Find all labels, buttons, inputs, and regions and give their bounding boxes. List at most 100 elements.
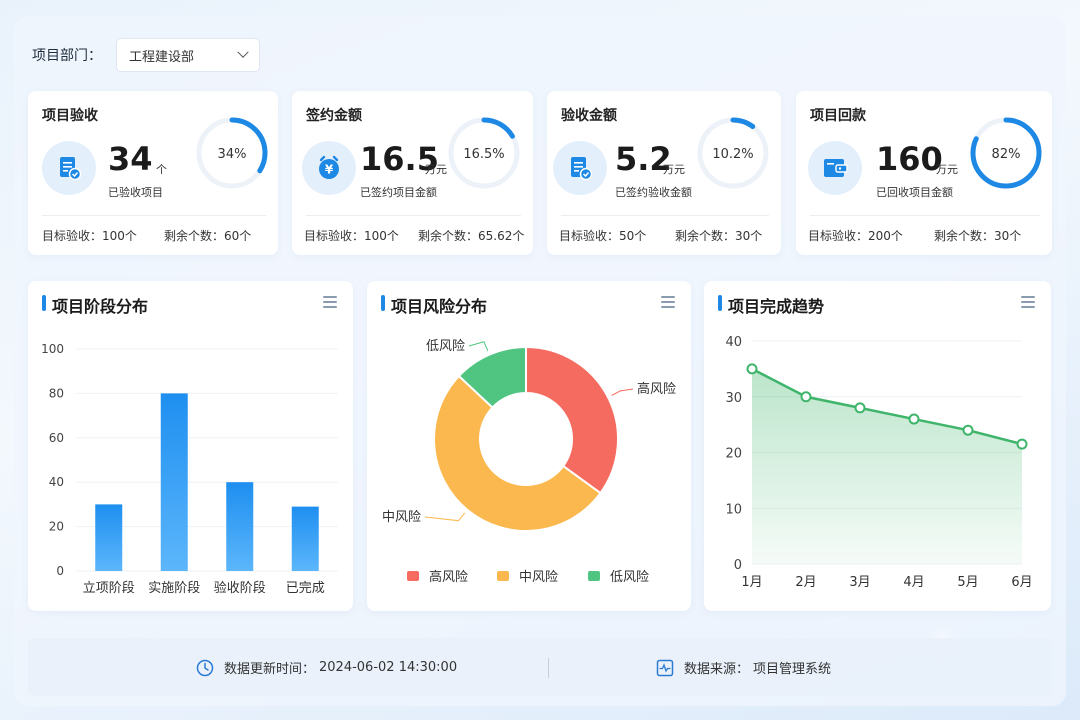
y-tick-label: 60: [49, 431, 64, 445]
kpi-target: 目标验收：200个: [808, 229, 903, 243]
kpi-title: 签约金额: [306, 108, 362, 124]
kpi-title: 验收金额: [561, 108, 617, 124]
legend-swatch: [407, 571, 419, 581]
x-tick-label: 3月: [849, 575, 870, 590]
update-label: 数据更新时间：: [224, 662, 316, 677]
x-tick-label: 实施阶段: [148, 581, 200, 596]
completion-trend-card: 项目完成趋势 0 10 20 30 40 1月 2月 3月 4月 5月 6月: [704, 281, 1051, 611]
kpi-card-payment-collection: 项目回款 160 万元 已回收项目金额 82% 目标验收：200个 剩余个数：3…: [796, 91, 1052, 255]
kpi-subtitle: 已验收项目: [108, 186, 163, 199]
kpi-remaining: 剩余个数：65.62个: [418, 229, 525, 243]
yen-alarm-icon: ¥: [302, 141, 356, 195]
kpi-card-contract-amount: 签约金额 ¥ 16.5 万元 已签约项目金额 16.5% 目标验收：100个 剩…: [292, 91, 533, 255]
divider: [548, 658, 549, 678]
x-tick-label: 已完成: [286, 581, 325, 596]
kpi-remaining: 剩余个数：30个: [675, 229, 763, 243]
progress-percent: 82%: [991, 147, 1021, 162]
risk-donut-chart: 高风险中风险低风险高风险 中风险 低风险: [382, 339, 676, 585]
document-check-icon: [42, 141, 96, 195]
legend-label: 中风险: [519, 570, 558, 585]
source-name: 项目管理系统: [753, 662, 832, 677]
progress-percent: 34%: [217, 147, 247, 162]
kpi-remaining: 剩余个数：30个: [934, 229, 1022, 243]
kpi-card-project-acceptance: 项目验收 34 个 已验收项目 34% 目标验收：100个 剩余个数：60个: [28, 91, 278, 255]
y-tick-label: 10: [725, 502, 742, 517]
legend-swatch: [588, 571, 600, 581]
bar: [291, 506, 319, 571]
x-tick-label: 2月: [795, 575, 816, 590]
kpi-unit: 万元: [936, 163, 958, 176]
department-filter: 项目部门： 工程建设部: [32, 38, 260, 72]
y-tick-label: 40: [725, 335, 742, 350]
status-footer: 数据更新时间： 2024-06-02 14:30:00 数据来源： 项目管理系统: [28, 638, 1052, 696]
kpi-subtitle: 已签约项目金额: [360, 186, 437, 199]
legend-swatch: [497, 571, 509, 581]
x-tick-label: 5月: [957, 575, 978, 590]
clock-icon: [196, 659, 214, 676]
legend-label: 高风险: [429, 569, 468, 585]
divider: [42, 215, 266, 216]
wallet-icon: [808, 141, 862, 195]
data-point: [962, 424, 974, 436]
bar: [95, 504, 123, 571]
filter-label: 项目部门：: [32, 48, 102, 64]
y-tick-label: 40: [49, 475, 64, 489]
chevron-down-icon: [237, 46, 249, 58]
kpi-subtitle: 已签约验收金额: [615, 186, 692, 199]
kpi-card-acceptance-amount: 验收金额 5.2 万元 已签约验收金额 10.2% 目标验收：50个 剩余个数：…: [547, 91, 781, 255]
area-fill: [752, 368, 1022, 564]
bar: [226, 482, 254, 571]
x-tick-label: 1月: [741, 575, 762, 590]
kpi-target: 目标验收：50个: [559, 229, 647, 243]
kpi-target: 目标验收：100个: [42, 229, 137, 243]
y-tick-label: 20: [725, 447, 742, 462]
bar: [160, 393, 188, 571]
data-point: [1016, 438, 1028, 450]
x-tick-label: 验收阶段: [214, 580, 266, 596]
pie-slice: [525, 345, 619, 495]
divider: [306, 215, 521, 216]
department-select-value: 工程建设部: [129, 49, 195, 65]
risk-distribution-card: 项目风险分布 高风险 中风险 低风险 高风险 中风险 低风险: [367, 281, 691, 611]
x-tick-label: 6月: [1011, 575, 1032, 590]
slice-label: 高风险: [637, 381, 676, 397]
stage-bar-chart: 0 20 40 60 80 100 立项阶段 实施阶段 验收阶段 已完成: [41, 342, 338, 596]
trend-area-chart: 0 10 20 30 40 1月 2月 3月 4月 5月 6月: [725, 335, 1032, 590]
pulse-monitor-icon: [656, 659, 674, 676]
data-point: [854, 402, 866, 414]
y-tick-label: 30: [725, 391, 742, 406]
x-tick-label: 立项阶段: [83, 581, 135, 596]
kpi-title: 项目验收: [42, 108, 98, 124]
slice-label: 中风险: [382, 510, 421, 525]
data-point: [908, 413, 920, 425]
kpi-unit: 万元: [425, 163, 447, 176]
update-time-item: 数据更新时间： 2024-06-02 14:30:00: [196, 658, 457, 677]
slice-label-line: [468, 341, 489, 352]
y-tick-label: 0: [734, 558, 742, 573]
divider: [561, 215, 769, 216]
kpi-remaining: 剩余个数：60个: [164, 229, 252, 243]
svg-text:¥: ¥: [325, 163, 334, 177]
kpi-unit: 万元: [663, 163, 685, 176]
stage-distribution-card: 项目阶段分布 0 20 40 60 80 100 立项阶段 实施阶段 验收阶段 已完成: [28, 281, 353, 611]
progress-percent: 16.5%: [463, 147, 505, 162]
kpi-title: 项目回款: [810, 108, 866, 124]
divider: [810, 215, 1040, 216]
kpi-target: 目标验收：100个: [304, 229, 399, 243]
data-point: [746, 363, 758, 375]
y-tick-label: 20: [49, 520, 64, 534]
source-label: 数据来源：: [684, 662, 750, 677]
data-source-item: 数据来源： 项目管理系统: [656, 658, 831, 677]
y-tick-label: 100: [41, 342, 64, 356]
kpi-value: 34: [108, 140, 153, 178]
update-time: 2024-06-02 14:30:00: [319, 660, 458, 675]
document-check-icon: [553, 141, 607, 195]
department-select[interactable]: 工程建设部: [116, 38, 260, 72]
y-tick-label: 80: [49, 386, 64, 400]
slice-label-line: [424, 512, 466, 522]
x-tick-label: 4月: [903, 575, 924, 590]
kpi-subtitle: 已回收项目金额: [876, 186, 953, 199]
progress-percent: 10.2%: [712, 147, 754, 162]
kpi-value: 160: [876, 140, 943, 178]
slice-label: 低风险: [426, 339, 465, 354]
